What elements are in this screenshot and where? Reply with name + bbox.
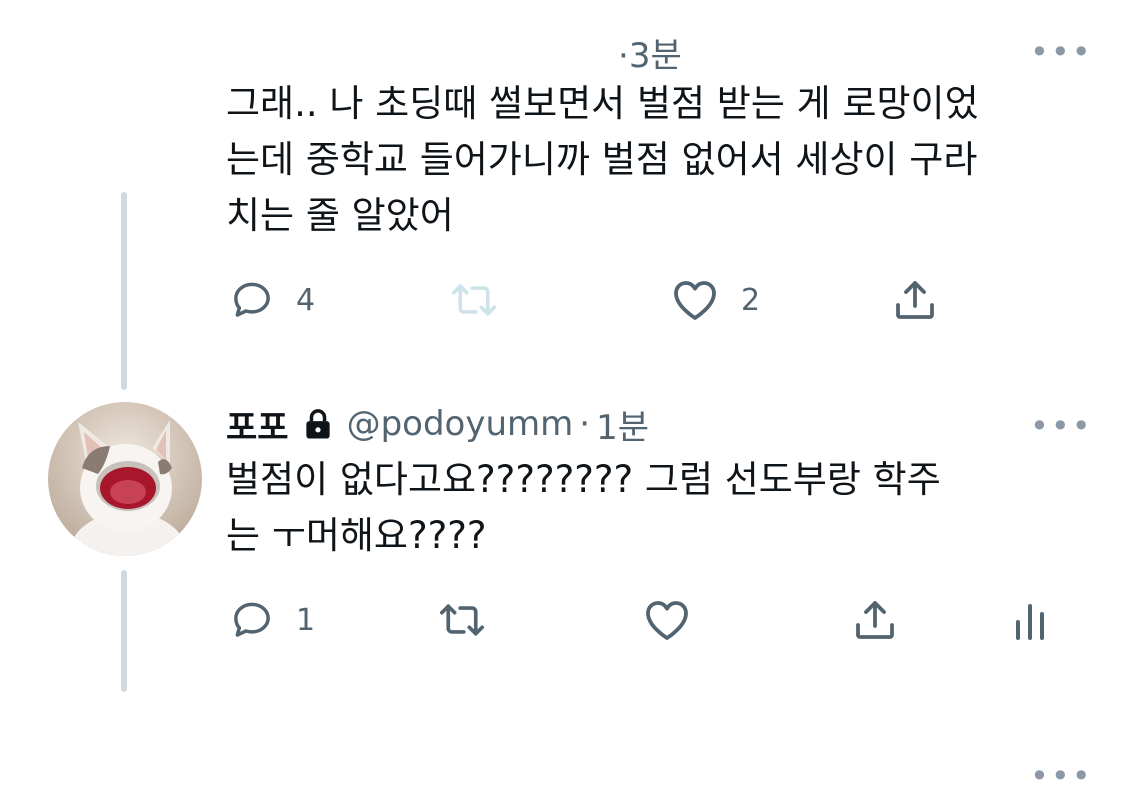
heart-icon: [643, 598, 691, 642]
user-handle[interactable]: @podoyumm: [347, 404, 574, 444]
retweet-icon: [448, 278, 500, 322]
share-icon: [890, 276, 940, 324]
tweet1-time-dot: ·: [618, 36, 629, 76]
tweet2-text: 벌점이 없다고요???????? 그럼 선도부랑 학주 는 ㅜ머해요????: [226, 452, 941, 564]
tweet2-retweet-button[interactable]: [436, 598, 510, 642]
tweet1-text-line: 는데 중학교 들어가니까 벌점 없어서 세상이 구라: [226, 138, 978, 181]
reply-icon: [230, 278, 274, 322]
tweet1-reply-count: 4: [296, 282, 316, 318]
tweet1-more-icon[interactable]: •••: [1030, 36, 1093, 68]
tweet1-text-line: 그래.. 나 초딩때 썰보면서 벌점 받는 게 로망이었: [226, 82, 979, 125]
footer-more-icon[interactable]: •••: [1030, 760, 1093, 792]
retweet-icon: [436, 598, 488, 642]
tweet2-reply-button[interactable]: 1: [230, 598, 315, 642]
avatar[interactable]: [48, 402, 202, 556]
tweet1-text-line: 치는 줄 알았어: [226, 194, 454, 237]
tweet2-time[interactable]: 1분: [596, 400, 649, 449]
tweet2-header: 포포 @podoyumm · 1분: [226, 400, 649, 449]
tweet1-like-button[interactable]: 2: [671, 278, 760, 322]
tweet2-analytics-button[interactable]: [1012, 598, 1048, 642]
reply-icon: [230, 598, 274, 642]
lock-icon: [303, 408, 333, 440]
tweet1-like-count: 2: [741, 282, 761, 318]
tweet2-reply-count: 1: [296, 602, 316, 638]
tweet1-time: 3분: [628, 36, 682, 76]
heart-icon: [671, 278, 719, 322]
analytics-icon: [1012, 598, 1048, 642]
tweet1-text: 그래.. 나 초딩때 썰보면서 벌점 받는 게 로망이었 는데 중학교 들어가니…: [226, 76, 979, 244]
tweet1-retweet-button[interactable]: [448, 278, 522, 322]
tweet2-like-button[interactable]: [643, 598, 713, 642]
display-name[interactable]: 포포: [226, 400, 289, 449]
tweet1-reply-button[interactable]: 4: [230, 278, 315, 322]
header-dot: ·: [579, 404, 591, 444]
thread-line-bottom: [121, 570, 127, 692]
tweet1-share-button[interactable]: [890, 276, 940, 324]
tweet2-share-button[interactable]: [850, 596, 900, 644]
tweet1-timestamp[interactable]: ·3분: [618, 28, 682, 77]
thread-line-top: [121, 192, 127, 390]
tweet2-text-line: 벌점이 없다고요???????? 그럼 선도부랑 학주: [226, 458, 941, 501]
tweet2-more-icon[interactable]: •••: [1030, 410, 1093, 442]
tweet2-text-line: 는 ㅜ머해요????: [226, 514, 487, 557]
share-icon: [850, 596, 900, 644]
